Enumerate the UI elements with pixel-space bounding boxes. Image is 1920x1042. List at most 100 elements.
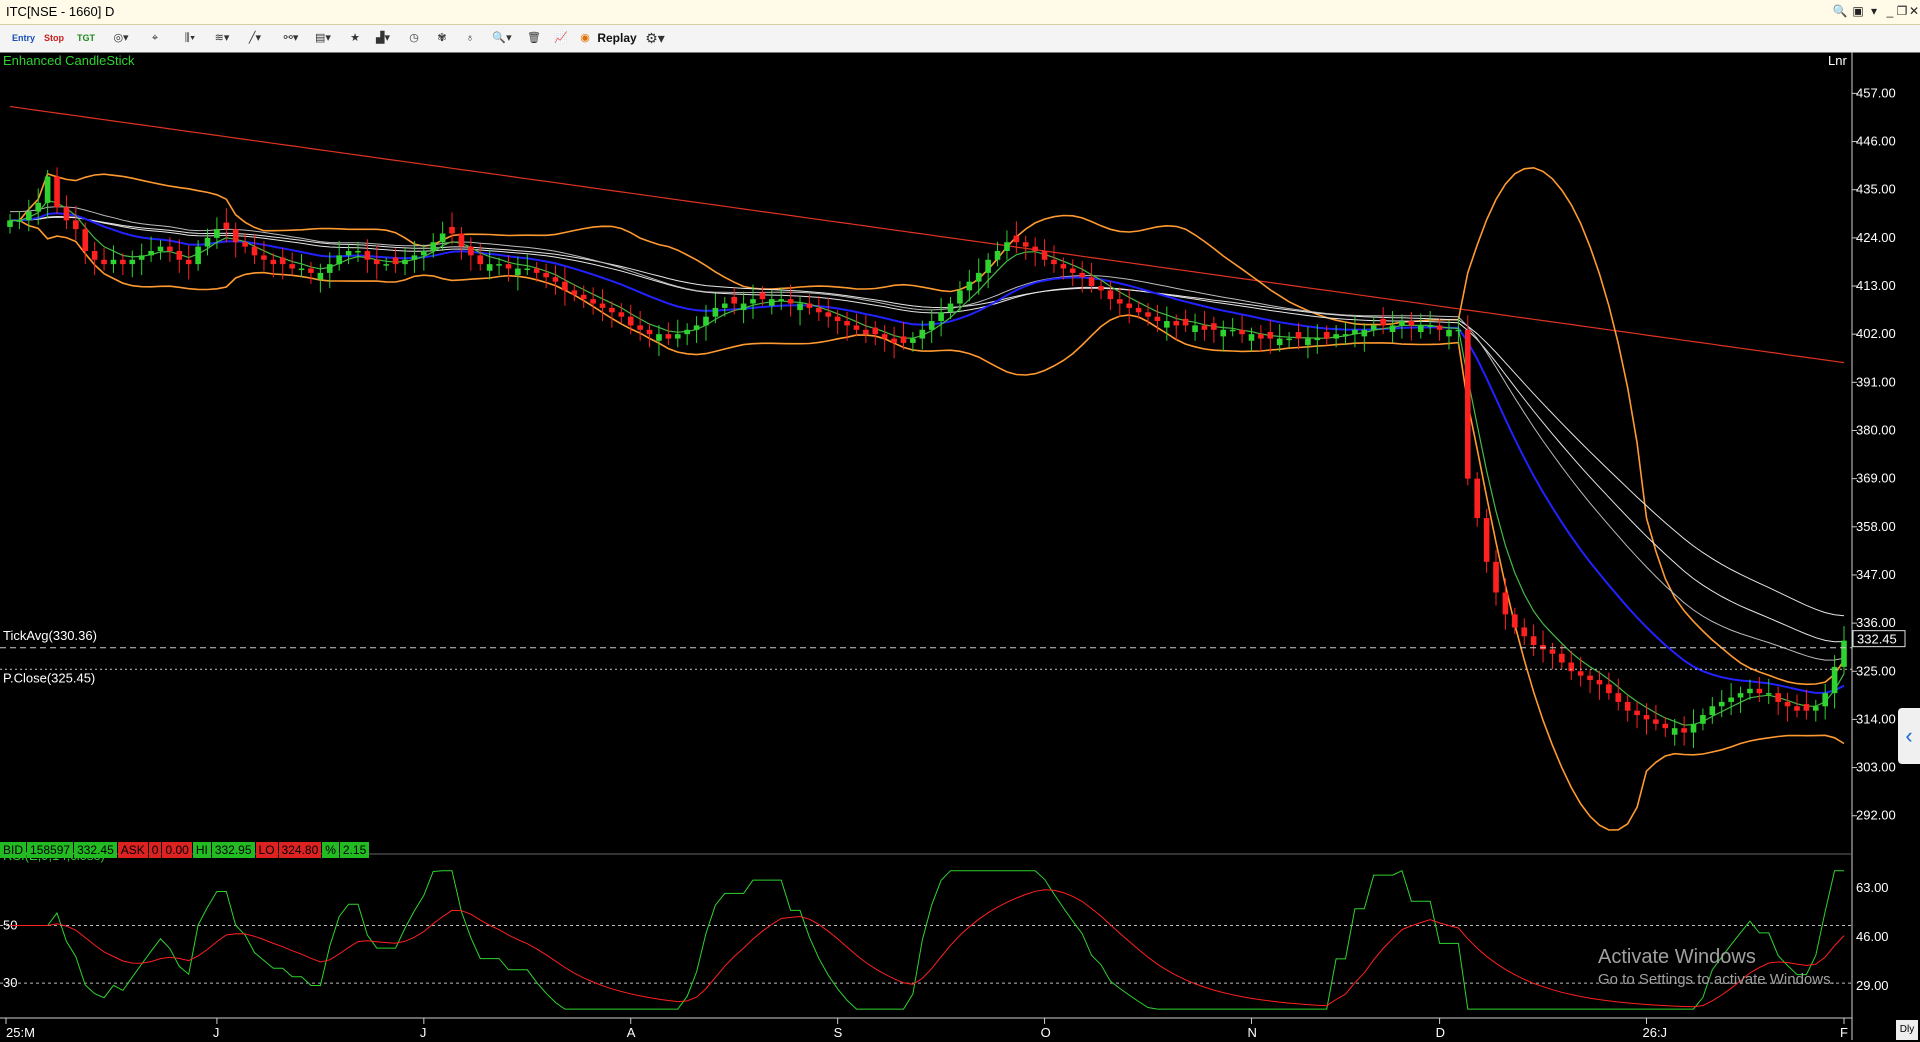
candle-body	[1173, 321, 1180, 326]
scanner-icon[interactable]: ✾	[432, 29, 452, 48]
trendline-icon[interactable]: 📈	[550, 29, 572, 48]
price-tick-label: 369.00	[1856, 471, 1896, 486]
candle-body	[1474, 478, 1481, 519]
replay-button[interactable]: Replay	[596, 29, 638, 48]
minimize-icon[interactable]: 🔍	[1832, 3, 1848, 19]
candle-body	[1587, 675, 1593, 681]
close-button[interactable]: ✕	[1906, 3, 1920, 19]
time-axis-label: J	[213, 1025, 220, 1040]
candle-body	[1333, 334, 1339, 339]
fibonacci-icon[interactable]: ⚯▾	[278, 29, 304, 48]
moving-average-white-1	[10, 215, 1845, 643]
time-axis-label: 25:M	[6, 1025, 35, 1040]
rsi-tick-label: 29.00	[1856, 978, 1889, 993]
rsi-signal-line	[10, 889, 1845, 1008]
drawing-icon[interactable]: ╱▾	[242, 29, 268, 48]
target-icon[interactable]: ◎▾	[110, 29, 132, 48]
candle-body	[1521, 627, 1528, 637]
candle-body	[834, 316, 841, 322]
side-panel-toggle[interactable]: ‹	[1898, 708, 1920, 764]
candle-body	[806, 303, 813, 308]
candle-body	[486, 264, 493, 271]
candle-body	[223, 222, 230, 230]
clock-icon[interactable]: ◷	[404, 29, 424, 48]
candle-body	[947, 303, 954, 313]
candle-body	[1446, 329, 1452, 337]
candle-body	[627, 316, 634, 326]
candle-body	[863, 329, 869, 335]
candle-body	[891, 338, 897, 343]
candle-body	[1352, 329, 1358, 335]
candle-body	[1512, 614, 1518, 628]
candle-body	[35, 202, 42, 212]
candle-body	[797, 303, 803, 311]
candle-body	[674, 334, 681, 339]
bar-volume-icon[interactable]: ▟▾	[370, 29, 396, 48]
candle-body	[1436, 325, 1443, 330]
candle-body	[571, 290, 578, 295]
target-button[interactable]: TGT	[76, 29, 96, 48]
watermark-subtitle: Go to Settings to activate Windows.	[1598, 971, 1835, 988]
replay-icon[interactable]: ◉	[576, 29, 594, 48]
favorite-star-icon[interactable]: ★	[346, 29, 364, 48]
entry-button[interactable]: Entry	[12, 29, 35, 48]
candle-body	[185, 259, 192, 265]
daily-interval-box[interactable]: Dly	[1896, 1020, 1918, 1040]
candle-body	[1126, 303, 1133, 308]
layout-icon[interactable]: ▣	[1850, 3, 1866, 19]
price-chart[interactable]: 457.00 446.00 435.00 424.00 413.00 402.00 391.…	[0, 52, 1920, 1042]
candle-body	[1775, 693, 1781, 702]
indicator-name-label: Enhanced CandleStick	[3, 53, 135, 68]
candle-body	[816, 307, 822, 313]
candle-body	[1794, 706, 1800, 711]
candle-body	[1559, 653, 1565, 663]
activation-watermark: Activate Windows Go to Settings to activ…	[1598, 946, 1835, 988]
candle-body	[364, 251, 371, 260]
candle-body	[1145, 312, 1151, 317]
candle-body	[336, 255, 342, 265]
candle-body	[44, 176, 51, 203]
candle-body	[1380, 318, 1386, 326]
candle-body	[1211, 323, 1217, 330]
candle-body	[693, 325, 700, 330]
candle-body	[533, 268, 540, 273]
candle-body	[590, 299, 596, 304]
candle-body	[1220, 329, 1227, 337]
candle-body	[759, 292, 766, 300]
rsi-tick-label: 63.00	[1856, 880, 1889, 895]
candle-body	[1295, 331, 1302, 339]
ema-green-line	[10, 199, 1845, 726]
delete-icon[interactable]: 🗑	[524, 29, 544, 48]
tick-average-label: TickAvg(330.36)	[3, 628, 97, 643]
candle-body	[1624, 701, 1631, 711]
candle-body	[1201, 325, 1208, 330]
pointer-icon[interactable]: ⌖	[144, 29, 166, 48]
indicator-icon[interactable]: ≋▾	[208, 29, 236, 48]
candle-body	[1361, 329, 1368, 337]
alert-icon[interactable]: ♁	[460, 29, 480, 48]
zoom-icon[interactable]: 🔍▾	[490, 29, 514, 48]
candle-body	[524, 268, 531, 271]
candle-body	[580, 294, 587, 300]
candle-body	[928, 321, 935, 330]
candle-body	[505, 264, 512, 269]
candle-body	[985, 259, 991, 273]
candle-body	[1060, 264, 1067, 269]
candle-body	[515, 268, 521, 276]
candle-type-icon[interactable]: ⫼▾	[176, 29, 204, 48]
stop-button[interactable]: Stop	[42, 29, 66, 48]
bid-price: 332.45	[74, 842, 117, 858]
settings-gear-icon[interactable]: ⚙▾	[642, 29, 668, 48]
candle-body	[1502, 592, 1509, 615]
candle-body	[1540, 645, 1546, 650]
candle-body	[910, 338, 916, 343]
dropdown-icon[interactable]: ▾	[1866, 3, 1882, 19]
candle-body	[1671, 728, 1678, 735]
candle-body	[637, 325, 643, 330]
candle-body	[73, 220, 79, 230]
candle-body	[1427, 325, 1433, 327]
candle-body	[750, 299, 756, 304]
candle-body	[872, 327, 879, 335]
candle-body	[345, 251, 352, 256]
template-icon[interactable]: ▤▾	[310, 29, 336, 48]
